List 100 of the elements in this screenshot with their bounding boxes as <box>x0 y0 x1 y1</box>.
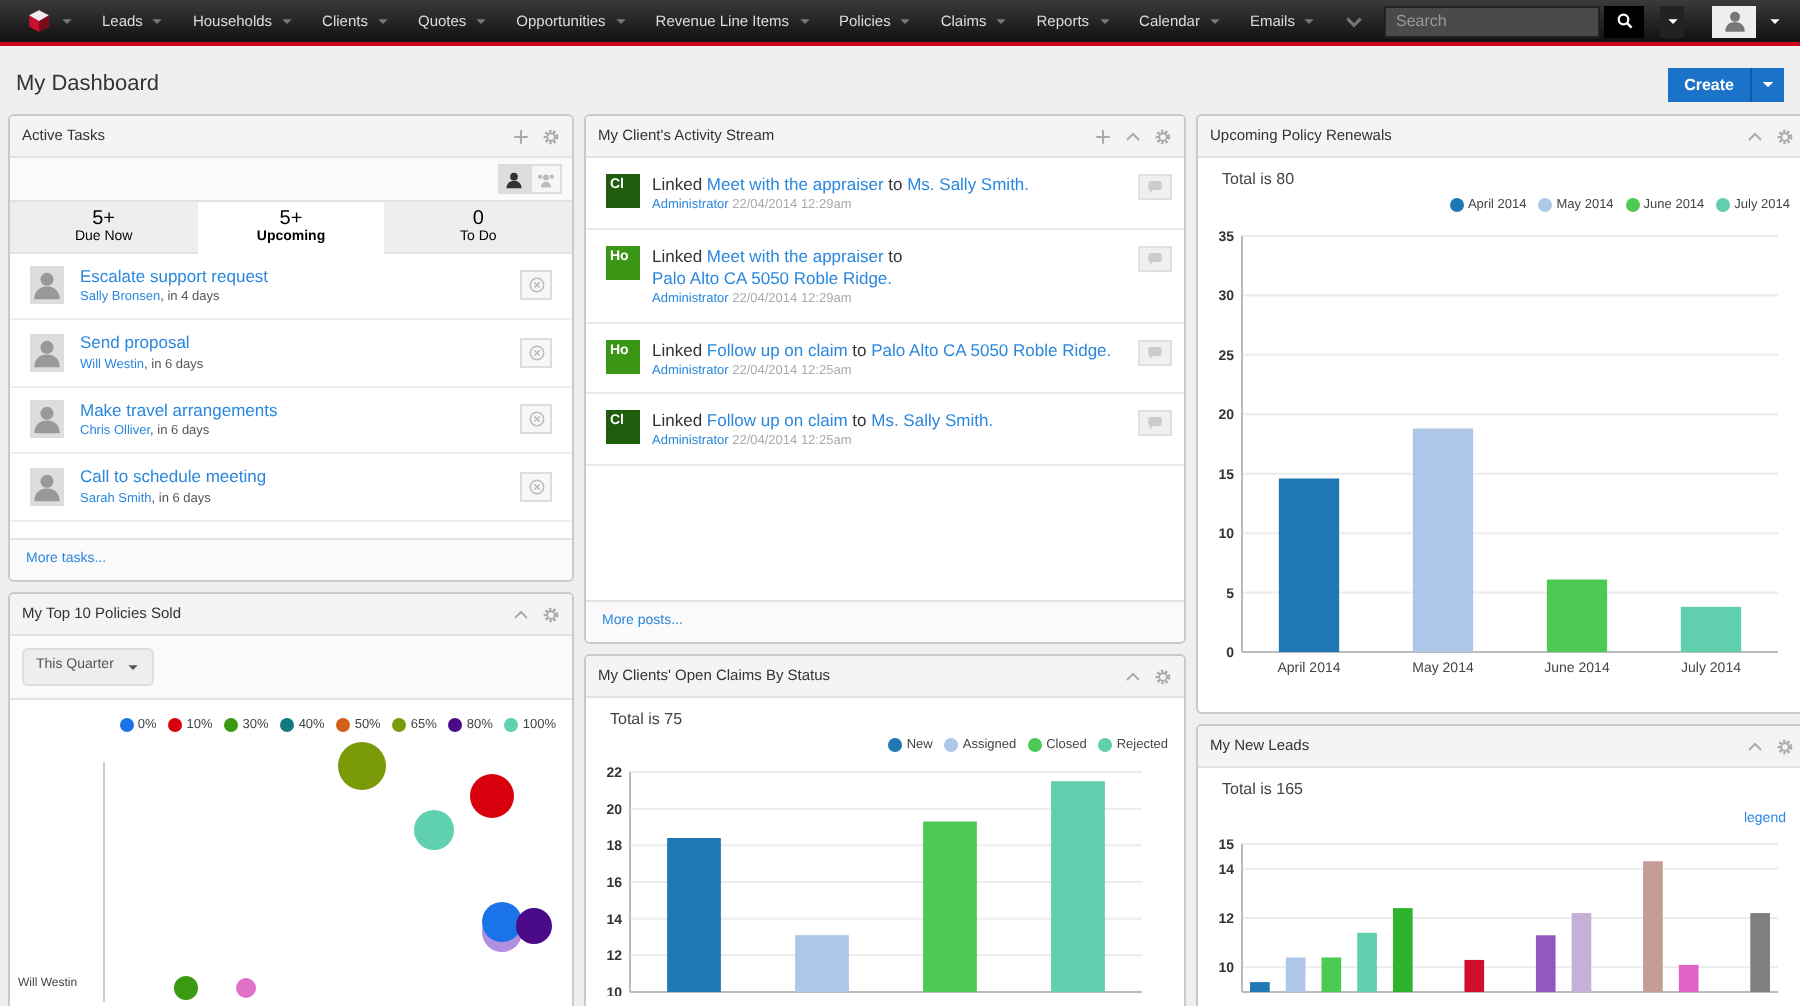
caret-icon <box>60 14 74 28</box>
settings-button[interactable] <box>1776 737 1794 755</box>
settings-icon <box>542 605 560 623</box>
task-link[interactable]: Follow up on claim <box>706 410 848 431</box>
record-link[interactable]: Palo Alto CA 5050 Roble Ridge. <box>871 339 1112 360</box>
bar <box>795 934 849 992</box>
record-link[interactable]: Ms. Sally Smith. <box>871 410 994 431</box>
chevron-up-icon <box>1124 127 1142 145</box>
settings-icon <box>1154 667 1172 685</box>
bubble <box>236 978 256 999</box>
user-avatar <box>30 333 64 372</box>
plus-icon <box>1094 127 1112 145</box>
user-avatar-icon <box>1721 8 1747 34</box>
task-link[interactable]: Meet with the appraiser <box>706 174 884 194</box>
settings-button[interactable] <box>1154 667 1172 685</box>
bubble <box>516 908 552 945</box>
settings-icon <box>542 127 560 145</box>
activity-text: Linked Follow up on claim to Ms. Sally Smith. <box>652 410 994 433</box>
plus-icon <box>512 127 530 145</box>
close-icon <box>527 410 545 429</box>
group-icon <box>536 169 556 189</box>
task-link[interactable]: Make travel arrangements <box>80 397 278 423</box>
caret-icon <box>375 14 390 28</box>
caret-icon <box>1760 76 1776 93</box>
create-menu-toggle[interactable] <box>1750 68 1784 102</box>
task-link[interactable]: Send proposal <box>80 330 204 356</box>
total-text: Total is 165 <box>1220 778 1305 802</box>
caret-icon <box>1767 14 1781 28</box>
search-field[interactable]: Search <box>1384 5 1600 37</box>
comment-button[interactable] <box>1138 410 1172 437</box>
bubble <box>482 902 522 943</box>
close-icon <box>527 343 545 362</box>
close-icon <box>527 276 545 295</box>
user-avatar <box>30 400 64 439</box>
settings-icon <box>1154 127 1172 145</box>
my-filter-button[interactable] <box>498 164 530 194</box>
comment-button[interactable] <box>1138 339 1172 366</box>
bubble <box>338 742 386 791</box>
settings-button[interactable] <box>542 605 560 623</box>
comment-icon <box>1146 178 1164 196</box>
total-text: Total is 75 <box>608 708 685 732</box>
caret-icon <box>1665 14 1679 28</box>
bar <box>1546 579 1608 652</box>
task-link[interactable]: Call to schedule meeting <box>80 464 267 490</box>
page-title: My Dashboard <box>16 71 160 99</box>
caret-icon <box>150 14 165 28</box>
comment-button[interactable] <box>1138 174 1172 200</box>
caret-icon <box>613 14 628 28</box>
chevron-up-icon <box>512 605 530 623</box>
chevron-up-icon <box>1746 737 1764 755</box>
settings-icon <box>1776 127 1794 145</box>
close-task-button[interactable] <box>520 270 552 301</box>
bubble <box>414 810 454 851</box>
comment-icon <box>1146 414 1164 433</box>
quick-create-button[interactable] <box>1660 5 1684 37</box>
comment-icon <box>1146 343 1164 362</box>
activity-text: Linked Follow up on claim to Palo Alto CA 5050 Roble Ridge. <box>652 339 1112 362</box>
task-link[interactable]: Escalate support request <box>80 263 269 289</box>
total-text: Total is 80 <box>1220 168 1297 192</box>
record-link[interactable]: Palo Alto CA 5050 Roble Ridge. <box>652 267 893 288</box>
settings-icon <box>1776 737 1794 755</box>
collapse-button[interactable] <box>1124 667 1142 685</box>
record-link[interactable]: Ms. Sally Smith. <box>907 174 1030 194</box>
settings-button[interactable] <box>542 127 560 145</box>
close-icon <box>527 477 545 496</box>
user-menu-button[interactable] <box>1712 5 1756 37</box>
collapse-button[interactable] <box>1746 737 1764 755</box>
collapse-button[interactable] <box>1124 127 1142 145</box>
search-button[interactable] <box>1604 5 1644 37</box>
search-icon <box>1615 12 1633 30</box>
caret-icon <box>474 14 489 28</box>
user-avatar <box>30 467 64 506</box>
caret-icon <box>280 14 295 28</box>
chevron-up-icon <box>1124 667 1142 685</box>
task-link[interactable]: Meet with the appraiser <box>706 245 884 266</box>
bubble <box>470 774 514 819</box>
user-icon <box>504 169 524 189</box>
comment-button[interactable] <box>1138 245 1172 272</box>
add-button[interactable] <box>512 127 530 145</box>
bubble <box>174 976 198 1001</box>
caret-icon <box>125 659 140 674</box>
close-task-button[interactable] <box>520 471 552 502</box>
cube-logo-icon <box>26 8 52 34</box>
add-button[interactable] <box>1094 127 1112 145</box>
comment-icon <box>1146 249 1164 268</box>
close-task-button[interactable] <box>520 404 552 435</box>
close-task-button[interactable] <box>520 337 552 368</box>
chevron-up-icon <box>1746 127 1764 145</box>
collapse-button[interactable] <box>1746 127 1764 145</box>
create-button[interactable]: Create <box>1668 68 1750 102</box>
caret-icon <box>1097 14 1112 28</box>
task-link[interactable]: Follow up on claim <box>706 339 848 360</box>
bar <box>1680 606 1742 652</box>
settings-button[interactable] <box>1154 127 1172 145</box>
user-avatar <box>30 266 64 305</box>
caret-icon <box>1207 14 1222 28</box>
caret-icon <box>1302 14 1317 28</box>
collapse-button[interactable] <box>512 605 530 623</box>
activity-text: Linked Meet with the appraiser to Ms. Sally Smith. <box>652 174 1030 197</box>
settings-button[interactable] <box>1776 127 1794 145</box>
